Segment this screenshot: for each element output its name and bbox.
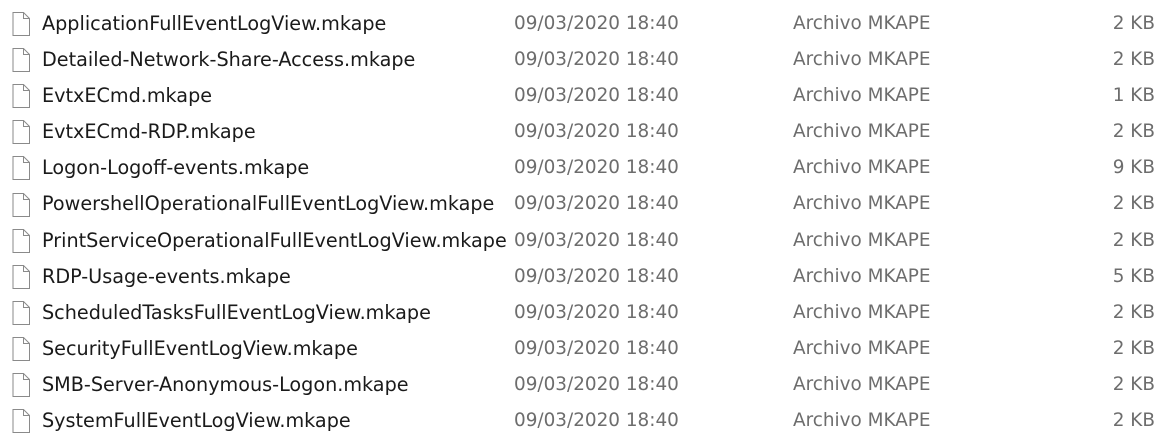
file-date-modified: 09/03/2020 18:40: [514, 337, 679, 359]
file-row[interactable]: EvtxECmd.mkape 09/03/2020 18:40 Archivo …: [0, 78, 1169, 114]
file-size: 2 KB: [1112, 229, 1155, 251]
file-type: Archivo MKAPE: [793, 301, 931, 323]
file-size: 2 KB: [1112, 193, 1155, 215]
file-name: PowershellOperationalFullEventLogView.mk…: [42, 192, 495, 216]
file-row[interactable]: ApplicationFullEventLogView.mkape 09/03/…: [0, 6, 1169, 42]
file-type: Archivo MKAPE: [793, 85, 931, 107]
file-name: EvtxECmd.mkape: [42, 84, 213, 108]
file-icon: [12, 264, 30, 289]
file-date-modified: 09/03/2020 18:40: [514, 229, 679, 251]
file-icon: [12, 156, 30, 181]
file-size: 2 KB: [1112, 121, 1155, 143]
file-row[interactable]: ScheduledTasksFullEventLogView.mkape 09/…: [0, 295, 1169, 331]
file-size: 1 KB: [1112, 85, 1155, 107]
file-name: PrintServiceOperationalFullEventLogView.…: [42, 228, 507, 252]
file-size: 9 KB: [1112, 157, 1155, 179]
file-row[interactable]: SMB-Server-Anonymous-Logon.mkape 09/03/2…: [0, 367, 1169, 403]
file-date-modified: 09/03/2020 18:40: [514, 85, 679, 107]
file-date-modified: 09/03/2020 18:40: [514, 265, 679, 287]
file-name: Logon-Logoff-events.mkape: [42, 156, 310, 180]
file-type: Archivo MKAPE: [793, 337, 931, 359]
file-row[interactable]: Detailed-Network-Share-Access.mkape 09/0…: [0, 42, 1169, 78]
file-name: SecurityFullEventLogView.mkape: [42, 336, 358, 360]
file-type: Archivo MKAPE: [793, 13, 931, 34]
file-icon: [12, 84, 30, 109]
file-row[interactable]: SystemFullEventLogView.mkape 09/03/2020 …: [0, 403, 1169, 439]
file-size: 5 KB: [1112, 265, 1155, 287]
file-row[interactable]: EvtxECmd-RDP.mkape 09/03/2020 18:40 Arch…: [0, 114, 1169, 150]
file-name: ScheduledTasksFullEventLogView.mkape: [42, 300, 431, 324]
file-date-modified: 09/03/2020 18:40: [514, 410, 679, 432]
file-icon: [12, 372, 30, 397]
file-row[interactable]: Logon-Logoff-events.mkape 09/03/2020 18:…: [0, 150, 1169, 186]
file-icon: [12, 409, 30, 434]
file-type: Archivo MKAPE: [793, 157, 931, 179]
file-row[interactable]: PowershellOperationalFullEventLogView.mk…: [0, 186, 1169, 222]
file-icon: [12, 228, 30, 253]
file-icon: [12, 192, 30, 217]
file-size: 2 KB: [1112, 301, 1155, 323]
file-row[interactable]: RDP-Usage-events.mkape 09/03/2020 18:40 …: [0, 259, 1169, 295]
file-icon: [12, 120, 30, 145]
file-name: EvtxECmd-RDP.mkape: [42, 120, 256, 144]
file-icon: [12, 48, 30, 73]
file-date-modified: 09/03/2020 18:40: [514, 301, 679, 323]
file-type: Archivo MKAPE: [793, 373, 931, 395]
file-row[interactable]: PrintServiceOperationalFullEventLogView.…: [0, 223, 1169, 259]
file-size: 2 KB: [1112, 373, 1155, 395]
file-icon: [12, 12, 30, 37]
file-list: ApplicationFullEventLogView.mkape 09/03/…: [0, 0, 1169, 442]
file-name: ApplicationFullEventLogView.mkape: [42, 12, 387, 35]
file-date-modified: 09/03/2020 18:40: [514, 13, 679, 34]
file-name: SMB-Server-Anonymous-Logon.mkape: [42, 372, 409, 396]
file-name: Detailed-Network-Share-Access.mkape: [42, 48, 416, 72]
file-date-modified: 09/03/2020 18:40: [514, 121, 679, 143]
file-type: Archivo MKAPE: [793, 265, 931, 287]
file-date-modified: 09/03/2020 18:40: [514, 49, 679, 71]
file-type: Archivo MKAPE: [793, 410, 931, 432]
file-size: 2 KB: [1112, 49, 1155, 71]
file-date-modified: 09/03/2020 18:40: [514, 373, 679, 395]
file-size: 2 KB: [1112, 337, 1155, 359]
file-type: Archivo MKAPE: [793, 121, 931, 143]
file-name: SystemFullEventLogView.mkape: [42, 409, 351, 433]
file-type: Archivo MKAPE: [793, 49, 931, 71]
file-row[interactable]: SecurityFullEventLogView.mkape 09/03/202…: [0, 331, 1169, 367]
file-date-modified: 09/03/2020 18:40: [514, 157, 679, 179]
file-date-modified: 09/03/2020 18:40: [514, 193, 679, 215]
file-icon: [12, 336, 30, 361]
file-name: RDP-Usage-events.mkape: [42, 264, 291, 288]
file-icon: [12, 300, 30, 325]
file-type: Archivo MKAPE: [793, 193, 931, 215]
file-size: 2 KB: [1112, 410, 1155, 432]
file-size: 2 KB: [1112, 13, 1155, 34]
file-type: Archivo MKAPE: [793, 229, 931, 251]
